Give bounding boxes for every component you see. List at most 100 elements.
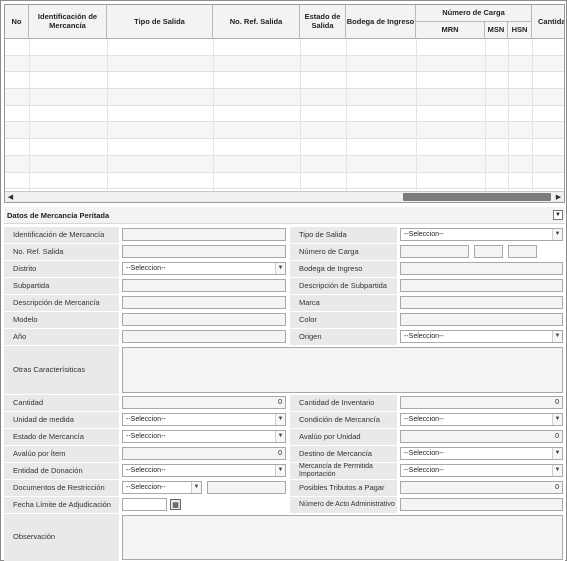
col-bodega[interactable]: Bodega de Ingreso: [346, 5, 416, 39]
modelo-field[interactable]: [122, 313, 286, 326]
label-desc-mercancia: Descripción de Mercancía: [4, 295, 119, 311]
table-row[interactable]: [5, 39, 564, 56]
col-cantidad[interactable]: Cantidad: [532, 5, 564, 39]
calendar-icon[interactable]: ▦: [170, 499, 181, 510]
label-avaluo-unidad: Avalúo por Unidad: [290, 429, 397, 445]
posibles-tributos-field[interactable]: 0: [400, 481, 563, 494]
table-row[interactable]: [5, 55, 564, 73]
identificacion-field[interactable]: [122, 228, 286, 241]
color-field[interactable]: [400, 313, 563, 326]
col-msn[interactable]: MSN: [485, 22, 508, 39]
col-numero-carga: Número de Carga: [416, 5, 532, 22]
tipo-salida-value: --Seleccion--: [404, 231, 444, 238]
condicion-select[interactable]: --Seleccion-- ▼: [400, 413, 563, 426]
grid-divider: [416, 39, 417, 194]
grid-divider: [508, 39, 509, 194]
anio-field[interactable]: [122, 330, 286, 343]
label-cantidad: Cantidad: [4, 395, 119, 411]
chevron-down-icon[interactable]: ▼: [191, 482, 201, 493]
table-row[interactable]: [5, 89, 564, 106]
estado-mercancia-value: --Seleccion--: [126, 433, 166, 440]
documentos-restriccion-field[interactable]: [207, 481, 286, 494]
chevron-down-icon[interactable]: ▼: [275, 414, 285, 425]
table-row[interactable]: [5, 72, 564, 90]
label-tipo-salida: Tipo de Salida: [290, 227, 397, 243]
otras-caracteristicas-field[interactable]: [122, 347, 563, 393]
label-mercancia-permitida: Mercancía de Permitida Importación: [290, 463, 397, 479]
scroll-right-icon[interactable]: ▶: [553, 192, 564, 202]
chevron-down-icon[interactable]: ▼: [552, 448, 562, 459]
distrito-select[interactable]: --Seleccion-- ▼: [122, 262, 286, 275]
documentos-restriccion-select[interactable]: --Seleccion-- ▼: [122, 481, 202, 494]
destino-value: --Seleccion--: [404, 450, 444, 457]
form-row: Observación: [4, 514, 565, 561]
grid-divider: [107, 39, 108, 194]
destino-select[interactable]: --Seleccion-- ▼: [400, 447, 563, 460]
chevron-down-icon[interactable]: ▼: [552, 414, 562, 425]
origen-select[interactable]: --Seleccion-- ▼: [400, 330, 563, 343]
bodega-field[interactable]: [400, 262, 563, 275]
col-identificacion[interactable]: Identificación de Mercancía: [29, 5, 107, 39]
scrollbar-thumb[interactable]: [403, 193, 551, 201]
tipo-salida-select[interactable]: --Seleccion-- ▼: [400, 228, 563, 241]
results-grid: No Identificación de Mercancía Tipo de S…: [4, 4, 565, 203]
chevron-down-icon[interactable]: ▼: [552, 229, 562, 240]
chevron-down-icon[interactable]: ▼: [552, 465, 562, 476]
marca-field[interactable]: [400, 296, 563, 309]
cantidad-field[interactable]: 0: [122, 396, 286, 409]
form-row: Avalúo por Ítem 0 Destino de Mercancía -…: [4, 446, 565, 462]
col-hsn[interactable]: HSN: [508, 22, 532, 39]
desc-subpartida-field[interactable]: [400, 279, 563, 292]
col-no-ref[interactable]: No. Ref. Salida: [213, 5, 300, 39]
label-no-ref: No. Ref. Salida: [4, 244, 119, 260]
mrn-field[interactable]: [400, 245, 469, 258]
grid-header: No Identificación de Mercancía Tipo de S…: [5, 5, 564, 39]
hsn-field[interactable]: [508, 245, 537, 258]
form-row: Subpartida Descripción de Subpartida: [4, 278, 565, 294]
label-estado-mercancia: Estado de Mercancía: [4, 429, 119, 445]
entidad-donacion-value: --Seleccion--: [126, 467, 166, 474]
horizontal-scrollbar[interactable]: ◀ ▶: [5, 191, 564, 202]
numero-acto-field[interactable]: [400, 498, 563, 511]
unidad-medida-value: --Seleccion--: [126, 416, 166, 423]
form-row: Otras Caracterísiticas: [4, 346, 565, 394]
distrito-value: --Seleccion--: [126, 265, 166, 272]
col-mrn[interactable]: MRN: [416, 22, 485, 39]
condicion-value: --Seleccion--: [404, 416, 444, 423]
fecha-limite-input[interactable]: [122, 498, 167, 511]
collapse-icon[interactable]: ▼: [553, 210, 563, 220]
label-origen: Origen: [290, 329, 397, 345]
subpartida-field[interactable]: [122, 279, 286, 292]
avaluo-item-field[interactable]: 0: [122, 447, 286, 460]
table-row[interactable]: [5, 173, 564, 190]
unidad-medida-select[interactable]: --Seleccion-- ▼: [122, 413, 286, 426]
label-distrito: Distrito: [4, 261, 119, 277]
chevron-down-icon[interactable]: ▼: [275, 465, 285, 476]
observacion-field[interactable]: [122, 515, 563, 560]
label-anio: Año: [4, 329, 119, 345]
label-avaluo-item: Avalúo por Ítem: [4, 446, 119, 462]
chevron-down-icon[interactable]: ▼: [275, 431, 285, 442]
grid-divider: [532, 39, 533, 194]
avaluo-unidad-field[interactable]: 0: [400, 430, 563, 443]
label-observacion: Observación: [4, 514, 119, 561]
chevron-down-icon[interactable]: ▼: [275, 263, 285, 274]
table-row[interactable]: [5, 106, 564, 123]
chevron-down-icon[interactable]: ▼: [552, 331, 562, 342]
no-ref-field[interactable]: [122, 245, 286, 258]
estado-mercancia-select[interactable]: --Seleccion-- ▼: [122, 430, 286, 443]
desc-mercancia-field[interactable]: [122, 296, 286, 309]
msn-field[interactable]: [474, 245, 503, 258]
table-row[interactable]: [5, 122, 564, 140]
label-posibles-tributos: Posibles Tributos a Pagar: [290, 480, 397, 496]
scroll-left-icon[interactable]: ◀: [5, 192, 16, 202]
table-row[interactable]: [5, 155, 564, 173]
col-no[interactable]: No: [5, 5, 29, 39]
mercancia-permitida-select[interactable]: --Seleccion-- ▼: [400, 464, 563, 477]
col-tipo-salida[interactable]: Tipo de Salida: [107, 5, 213, 39]
form-row: Año Origen --Seleccion-- ▼: [4, 329, 565, 345]
col-estado[interactable]: Estado de Salida: [300, 5, 346, 39]
entidad-donacion-select[interactable]: --Seleccion-- ▼: [122, 464, 286, 477]
cantidad-inventario-field[interactable]: 0: [400, 396, 563, 409]
table-row[interactable]: [5, 139, 564, 156]
